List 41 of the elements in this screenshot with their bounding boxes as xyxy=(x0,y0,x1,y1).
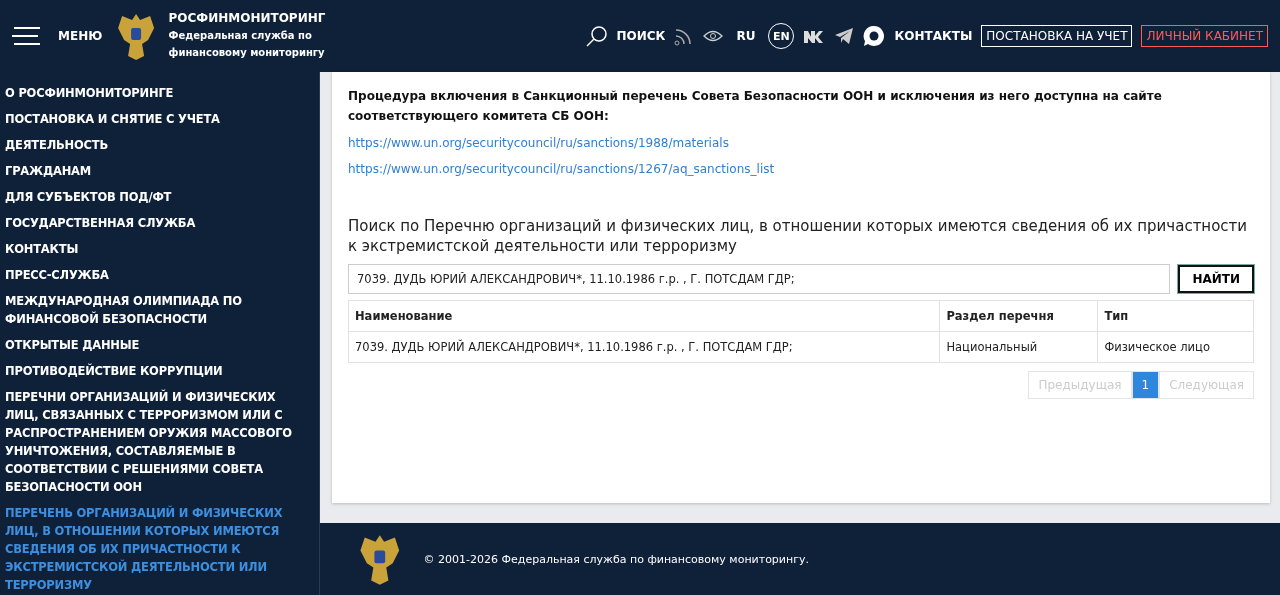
sidebar-item[interactable]: О РОСФИНМОНИТОРИНГЕ xyxy=(5,84,300,102)
sidebar-item[interactable]: ПЕРЕЧНИ ОРГАНИЗАЦИЙ И ФИЗИЧЕСКИХ ЛИЦ, СВЯЗАННЫХ С ТЕРРОРИЗМОМ ИЛИ С РАСПРОСТРАНЕНИЕМ ОРУЖИЯ МАССОВОГО УНИЧТОЖЕНИЯ, СОСТАВЛЯЕМЫЕ В СООТВЕТСТВИИ С РЕШЕНИЯМИ СОВЕТА БЕЗОПАСНОСТИ ООН xyxy=(5,388,300,496)
search-field[interactable]: 7039. ДУДЬ ЮРИЙ АЛЕКСАНДРОВИЧ*, 11.10.1986 г.р. , Г. ПОТСДАМ ГДР; xyxy=(348,264,1171,294)
search-icon[interactable] xyxy=(585,25,608,47)
column-header: Тип xyxy=(1097,300,1254,332)
sidebar-item[interactable]: ГОСУДАРСТВЕННАЯ СЛУЖБА xyxy=(5,214,300,232)
search-title: Поиск по Перечню организаций и физических лиц, в отношении которых имеются сведения об их причастности к экстремистской деятельности или терроризму xyxy=(348,216,1249,256)
menu-icon xyxy=(12,27,42,45)
contacts-link[interactable]: КОНТАКТЫ xyxy=(894,29,973,43)
find-button[interactable]: НАЙТИ xyxy=(1178,265,1254,293)
table-cell: Национальный xyxy=(939,331,1098,363)
sidebar-item[interactable]: МЕЖДУНАРОДНАЯ ОЛИМПИАДА ПО ФИНАНСОВОЙ БЕЗОПАСНОСТИ xyxy=(5,292,300,328)
sidebar-item[interactable]: ГРАЖДАНАМ xyxy=(5,162,300,180)
menu-button[interactable]: МЕНЮ xyxy=(12,27,103,45)
copyright-text: © 2001-2026 Федеральная служба по финансовому мониторингу. xyxy=(423,552,809,566)
sidebar-item[interactable]: ПРЕСС-СЛУЖБА xyxy=(5,266,300,284)
vk-icon[interactable] xyxy=(803,29,826,43)
sidebar-item[interactable]: КОНТАКТЫ xyxy=(5,240,300,258)
telegram-icon[interactable] xyxy=(834,27,855,45)
sidebar-item[interactable]: ДЛЯ СУБЪЕКТОВ ПОД/ФТ xyxy=(5,188,300,206)
notice-text: Процедура включения в Санкционный перечень Совета Безопасности ООН и исключения из него доступна на сайте соответствующего комитета СБ ООН: xyxy=(348,88,1163,125)
registration-button[interactable]: ПОСТАНОВКА НА УЧЕТ xyxy=(981,25,1133,47)
language-switch[interactable]: RU xyxy=(732,29,760,43)
search-link[interactable]: ПОИСК xyxy=(616,29,666,43)
chat-bubble-icon[interactable] xyxy=(863,25,886,47)
account-button[interactable]: ЛИЧНЫЙ КАБИНЕТ xyxy=(1141,25,1268,47)
sanctions-link[interactable]: https://www.un.org/securitycouncil/ru/sanctions/1988/materials xyxy=(348,136,729,150)
column-header: Наименование xyxy=(348,300,940,332)
sidebar-item[interactable]: ПРОТИВОДЕЙСТВИЕ КОРРУПЦИИ xyxy=(5,362,300,380)
org-subtitle: Федеральная служба по финансовому мониторингу xyxy=(168,29,326,60)
sidebar-item[interactable]: ДЕЯТЕЛЬНОСТЬ xyxy=(5,136,300,154)
page-button[interactable]: 1 xyxy=(1131,371,1160,399)
sidebar-item[interactable]: ОТКРЫТЫЕ ДАННЫЕ xyxy=(5,336,300,354)
org-name: РОСФИНМОНИТОРИНГ xyxy=(168,11,327,25)
table-cell: Физическое лицо xyxy=(1097,331,1254,363)
eye-icon[interactable] xyxy=(703,30,724,42)
sidebar-item[interactable]: ПОСТАНОВКА И СНЯТИЕ С УЧЕТА xyxy=(5,110,300,128)
column-header: Раздел перечня xyxy=(939,300,1098,332)
sidebar-item[interactable]: ПЕРЕЧЕНЬ ОРГАНИЗАЦИЙ И ФИЗИЧЕСКИХ ЛИЦ, В ОТНОШЕНИИ КОТОРЫХ ИМЕЮТСЯ СВЕДЕНИЯ ОБ ИХ ПРИЧАСТНОСТИ К ЭКСТРЕМИСТСКОЙ ДЕЯТЕЛЬНОСТИ ИЛИ ТЕРРОРИЗМУ xyxy=(5,504,300,594)
table-cell: 7039. ДУДЬ ЮРИЙ АЛЕКСАНДРОВИЧ*, 11.10.1986 г.р. , Г. ПОТСДАМ ГДР; xyxy=(348,331,940,363)
sanctions-link[interactable]: https://www.un.org/securitycouncil/ru/sanctions/1267/aq_sanctions_list xyxy=(348,162,775,176)
